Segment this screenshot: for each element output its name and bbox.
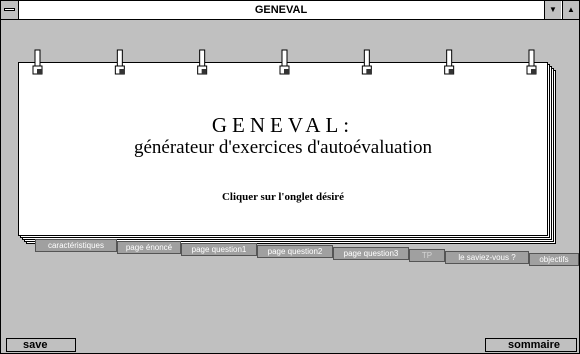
binder-ring-shade	[366, 69, 372, 74]
notebook-front-page: GENEVAL: générateur d'exercices d'autoév…	[18, 62, 548, 236]
binder-ring-icon	[361, 49, 372, 75]
binder-ring-stem	[446, 49, 453, 68]
binder-ring-icon	[526, 49, 537, 75]
title-bar[interactable]: GENEVAL ▼ ▲	[1, 1, 579, 20]
notebook: GENEVAL: générateur d'exercices d'autoév…	[9, 23, 579, 339]
tab-page-question2[interactable]: page question2	[257, 245, 333, 258]
binder-ring-shade	[37, 69, 42, 74]
binder-ring-stem	[199, 49, 206, 68]
binder-ring-icon	[279, 49, 290, 75]
tab-objectifs[interactable]: objectifs	[529, 253, 579, 266]
tab-caracteristiques[interactable]: caractéristiques	[35, 239, 117, 252]
binder-ring-stem	[116, 49, 123, 68]
binder-ring-icon	[114, 49, 125, 75]
application-window: GENEVAL ▼ ▲ GENEVAL: générateur d'exerci…	[0, 0, 580, 354]
binder-ring-stem	[528, 49, 535, 68]
tab-page-question1[interactable]: page question1	[181, 243, 257, 256]
main-content: GENEVAL: générateur d'exercices d'autoév…	[9, 23, 579, 339]
binder-ring-shade	[531, 69, 536, 74]
tab-page-question3[interactable]: page question3	[333, 247, 409, 260]
binder-ring-shade	[448, 69, 454, 74]
tab-page-enonce[interactable]: page énoncé	[117, 241, 181, 254]
notebook-rings	[32, 49, 537, 75]
maximize-button[interactable]: ▲	[562, 1, 579, 19]
page-heading: GENEVAL:	[211, 113, 355, 137]
system-menu-bar-icon	[4, 8, 15, 11]
page-subheading: générateur d'exercices d'autoévaluation	[133, 137, 433, 158]
binder-ring-icon	[444, 49, 455, 75]
tab-tp[interactable]: TP	[409, 249, 445, 262]
binder-ring-icon	[197, 49, 208, 75]
tab-le-saviez-vous[interactable]: le saviez-vous ?	[445, 251, 529, 264]
sommaire-button[interactable]: sommaire	[485, 338, 577, 352]
binder-ring-stem	[363, 49, 370, 68]
binder-ring-stem	[281, 49, 288, 68]
binder-ring-shade	[201, 69, 207, 74]
minimize-button[interactable]: ▼	[544, 1, 561, 19]
binder-ring-stem	[34, 49, 41, 68]
binder-ring-shade	[119, 69, 125, 74]
binder-ring-shade	[284, 69, 289, 74]
window-title: GENEVAL	[254, 4, 308, 16]
instruction-text: Cliquer sur l'onglet désiré	[221, 191, 345, 203]
save-button[interactable]: save	[6, 338, 76, 352]
binder-ring-icon	[32, 49, 43, 75]
system-menu-icon[interactable]	[1, 1, 19, 19]
